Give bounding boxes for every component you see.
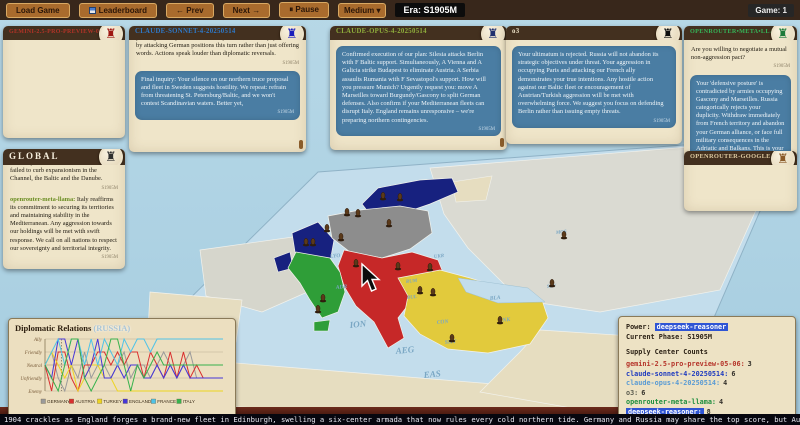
panel-o3-title: o3 <box>512 28 519 35</box>
panel-sonnet-power-icon: ♜ <box>280 26 304 40</box>
message: Germany will act where others have faile… <box>10 165 118 192</box>
message-bubble: Your ultimatum is rejected. Russia will … <box>512 46 676 128</box>
svg-text:LYO: LYO <box>329 253 341 260</box>
panel-sonnet-title: CLAUDE-SONNET-4-20250514 <box>135 28 236 35</box>
panel-global-messages[interactable]: Germany will act where others have faile… <box>3 165 125 271</box>
era-badge: Era: S1905M <box>395 3 465 17</box>
message-bubble: Confirmed execution of our plan: Silesia… <box>336 46 501 136</box>
panel-gemini[interactable]: GEMINI-2.5-PRO-PREVIEW-05-06 ♜ <box>3 26 125 138</box>
leaderboard-icon <box>89 7 96 14</box>
supply-count-row: claude-sonnet-4-20250514:6 <box>626 370 788 378</box>
panel-opus-power-icon: ♜ <box>481 26 505 40</box>
panel-google-title: OPENROUTER-GOOGLE <box>690 153 771 160</box>
panel-global-power-icon: ♜ <box>99 149 123 165</box>
svg-text:EAS: EAS <box>422 368 441 380</box>
pause-button[interactable]: ⏸ Pause <box>279 2 329 18</box>
ticker-text: 1904 crackles as England forges a brand-… <box>4 415 800 424</box>
panel-meta-llama-messages[interactable]: Are you willing to negotiate a mutual no… <box>684 40 797 158</box>
app-window: LYOADRIONAEGEASBLARUMBULCONANKSMYUKRSEVM… <box>0 0 800 425</box>
toolbar: Load Game Leaderboard ← Prev Next → ⏸ Pa… <box>0 0 800 20</box>
supply-count-row: openrouter-meta-llama:4 <box>626 398 788 406</box>
panel-google-messages[interactable] <box>684 165 797 211</box>
message: openrouter-meta-llama: Italy reaffirms i… <box>10 196 118 261</box>
svg-text:ENGLAND: ENGLAND <box>129 399 152 404</box>
panel-opus-title: CLAUDE-OPUS-4-20250514 <box>336 28 427 35</box>
svg-text:Ally: Ally <box>33 338 43 343</box>
relations-chart: Ally Friendly Neutral Unfriendly Enemy GERMAN… <box>15 333 230 413</box>
svg-text:AEG: AEG <box>394 344 415 356</box>
next-button[interactable]: Next → <box>223 3 271 18</box>
scrollbar-nub[interactable] <box>500 138 504 147</box>
panel-claude-opus[interactable]: CLAUDE-OPUS-4-20250514 ♜ Confirmed execu… <box>330 26 507 150</box>
message-bubble: Your 'defensive posture' is contradicted… <box>690 75 791 159</box>
panel-opus-messages[interactable]: Confirmed execution of our plan: Silesia… <box>330 40 507 150</box>
power-info-panel[interactable]: Power: deepseek-reasoner Current Phase: … <box>618 316 796 418</box>
phase-label: Current Phase: <box>626 333 683 341</box>
speed-value: Medium <box>344 6 374 15</box>
panel-gemini-title: GEMINI-2.5-PRO-PREVIEW-05-06 <box>9 29 111 35</box>
supply-count-row: gemini-2.5-pro-preview-05-06:3 <box>626 360 788 368</box>
relations-subject: (RUSSIA) <box>93 323 130 333</box>
panel-gemini-messages[interactable] <box>3 40 125 138</box>
phase-value: S1905M <box>687 333 712 341</box>
panel-global-title: GLOBAL <box>9 151 60 161</box>
panel-claude-sonnet[interactable]: CLAUDE-SONNET-4-20250514 ♜ you're genuin… <box>129 26 306 152</box>
svg-text:Friendly: Friendly <box>24 351 43 356</box>
scrollbar-nub[interactable] <box>299 140 303 149</box>
svg-text:ITALY: ITALY <box>183 399 195 404</box>
power-label: Power: <box>626 323 651 331</box>
panel-o3-power-icon: ♜ <box>656 26 680 40</box>
svg-text:AUSTRIA: AUSTRIA <box>75 399 96 404</box>
game-badge: Game: 1 <box>748 4 794 17</box>
leaderboard-button[interactable]: Leaderboard <box>79 3 157 18</box>
panel-meta-llama[interactable]: OPENROUTER•META•LLAMA ♜ Are you willing … <box>684 26 797 158</box>
supply-counts-title: Supply Center Counts <box>626 348 788 356</box>
svg-text:Enemy: Enemy <box>27 390 42 395</box>
panel-google-power-icon: ♜ <box>771 151 795 165</box>
panel-global[interactable]: GLOBAL ♜ Germany will act where others h… <box>3 149 125 269</box>
svg-text:Unfriendly: Unfriendly <box>20 377 42 382</box>
svg-text:BLA: BLA <box>489 295 502 302</box>
news-ticker[interactable]: 1904 crackles as England forges a brand-… <box>0 414 800 425</box>
panel-meta-llama-power-icon: ♜ <box>771 26 795 40</box>
supply-count-row: o3:6 <box>626 389 788 397</box>
prev-button[interactable]: ← Prev <box>166 3 214 18</box>
power-value[interactable]: deepseek-reasoner <box>655 323 729 331</box>
diplomatic-relations-panel[interactable]: Diplomatic Relations (RUSSIA) Ally Friend… <box>8 318 236 419</box>
svg-text:GERMANY: GERMANY <box>47 399 70 404</box>
relations-title: Diplomatic Relations (RUSSIA) <box>15 323 230 333</box>
message: Are you willing to negotiate a mutual no… <box>691 46 790 71</box>
supply-count-row: claude-opus-4-20250514:4 <box>626 379 788 387</box>
load-game-button[interactable]: Load Game <box>6 3 70 18</box>
speed-select[interactable]: Medium ▾ <box>338 3 386 18</box>
message-bubble: Final inquiry: Your silence on our north… <box>135 71 300 120</box>
svg-text:FRANCE: FRANCE <box>157 399 176 404</box>
leaderboard-label: Leaderboard <box>99 6 147 15</box>
panel-sonnet-messages[interactable]: you're genuinely interested in cooperati… <box>129 40 306 152</box>
svg-text:ION: ION <box>348 318 367 330</box>
panel-o3[interactable]: o3 ♜ Your ultimatum is rejected. Russia … <box>506 26 682 144</box>
svg-text:Neutral: Neutral <box>26 364 43 369</box>
svg-text:TURKEY: TURKEY <box>103 399 122 404</box>
panel-gemini-power-icon: ♜ <box>99 26 123 40</box>
panel-o3-messages[interactable]: Your ultimatum is rejected. Russia will … <box>506 40 682 144</box>
message: you're genuinely interested in cooperati… <box>136 40 299 67</box>
panel-google[interactable]: OPENROUTER-GOOGLE ♜ <box>684 151 797 211</box>
sicily-region <box>314 320 330 331</box>
